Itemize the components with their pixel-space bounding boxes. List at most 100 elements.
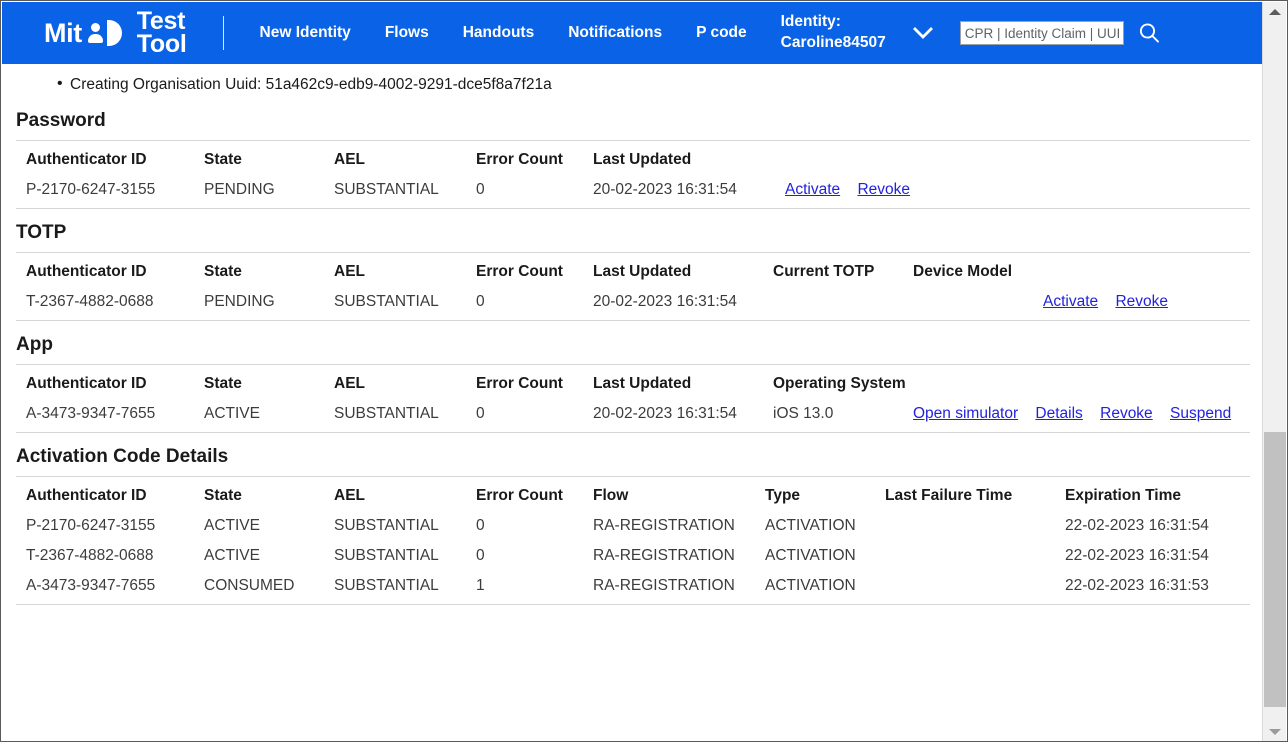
search-input[interactable] [959,21,1124,45]
cell-last-updated: 20-02-2023 16:31:54 [593,177,773,209]
table-row: A-3473-9347-7655 CONSUMED SUBSTANTIAL 1 … [16,573,1250,605]
cell-state: ACTIVE [204,547,260,564]
col-last-failure-time: Last Failure Time [885,476,1065,513]
app-table: Authenticator ID State AEL Error Count L… [16,364,1250,433]
col-device-model: Device Model [913,252,1043,289]
triangle-down-icon[interactable] [1263,722,1286,741]
section-activation-code-details: Activation Code Details Authenticator ID… [2,433,1264,605]
cell-state: ACTIVE [204,401,334,433]
cell-ael: SUBSTANTIAL [334,517,439,534]
cell-last-failure-time [885,543,1065,573]
chevron-down-icon[interactable] [912,22,934,44]
activation-code-details-table: Authenticator ID State AEL Error Count F… [16,476,1250,605]
search-icon[interactable] [1136,20,1162,46]
col-last-updated: Last Updated [593,252,773,289]
page-title-totp: TOTP [16,222,67,243]
cell-ael: SUBSTANTIAL [334,573,476,605]
identity-value: Caroline84507 [780,34,886,51]
cell-state: ACTIVE [204,517,260,534]
cell-expiration-time: 22-02-2023 16:31:54 [1065,547,1209,564]
nav-p-code[interactable]: P code [696,24,747,42]
col-ael: AEL [334,476,476,513]
col-operating-system: Operating System [773,364,913,401]
app-logo[interactable]: Mit Test Tool [44,9,187,58]
cell-error-count: 0 [476,177,593,209]
cell-actions: Activate Revoke [773,177,1250,209]
nav-handouts[interactable]: Handouts [463,24,534,42]
activate-link[interactable]: Activate [1043,293,1098,310]
table-header-row: Authenticator ID State AEL Error Count L… [16,140,1250,177]
cell-type: ACTIVATION [765,573,885,605]
col-state: State [204,140,334,177]
col-type: Type [765,476,885,513]
cell-actions: Activate Revoke [1043,289,1250,321]
cell-expiration-time: 22-02-2023 16:31:54 [1065,517,1209,534]
cell-error-count: 0 [476,547,485,564]
col-actions [1043,252,1250,289]
suspend-link[interactable]: Suspend [1170,405,1231,422]
scrollbar-thumb[interactable] [1264,432,1286,707]
cell-authenticator-id: A-3473-9347-7655 [16,401,204,433]
cell-ael: SUBSTANTIAL [334,401,476,433]
cell-authenticator-id: P-2170-6247-3155 [26,517,156,534]
vertical-scrollbar[interactable] [1262,2,1286,741]
breadcrumb-item-creating-organisation-uuid: Creating Organisation Uuid: 51a462c9-edb… [2,74,1264,95]
main-content: Creating Organisation Uuid: 51a462c9-edb… [2,64,1264,741]
table-row: T-2367-4882-0688 ACTIVE SUBSTANTIAL 0 RA… [16,543,1250,573]
nav-new-identity[interactable]: New Identity [260,24,351,42]
table-row: P-2170-6247-3155 ACTIVE SUBSTANTIAL 0 RA… [16,513,1250,543]
col-error-count: Error Count [476,252,593,289]
breadcrumb: Creating Organisation Uuid: 51a462c9-edb… [2,64,1264,95]
cell-state: PENDING [204,177,334,209]
nav-divider [222,16,224,50]
table-row: A-3473-9347-7655 ACTIVE SUBSTANTIAL 0 20… [16,401,1250,433]
top-navigation-bar: Mit Test Tool New Identity Flows Handout… [2,2,1264,64]
logo-mit-text: Mit [44,17,82,48]
totp-table: Authenticator ID State AEL Error Count L… [16,252,1250,321]
page-title-password: Password [16,110,106,131]
revoke-link[interactable]: Revoke [1100,405,1153,422]
col-expiration-time: Expiration Time [1065,476,1250,513]
col-last-updated: Last Updated [593,140,773,177]
cell-state: PENDING [204,289,334,321]
section-totp: TOTP Authenticator ID State AEL Error Co… [2,209,1264,321]
cell-error-count: 1 [476,573,593,605]
person-d-icon [87,18,135,48]
col-authenticator-id: Authenticator ID [16,252,204,289]
cell-ael: SUBSTANTIAL [334,547,439,564]
col-state: State [204,476,334,513]
cell-authenticator-id: T-2367-4882-0688 [26,547,154,564]
table-row: T-2367-4882-0688 PENDING SUBSTANTIAL 0 2… [16,289,1250,321]
table-row: P-2170-6247-3155 PENDING SUBSTANTIAL 0 2… [16,177,1250,209]
activate-link[interactable]: Activate [785,181,840,198]
section-app: App Authenticator ID State AEL Error Cou… [2,321,1264,433]
revoke-link[interactable]: Revoke [857,181,910,198]
cell-error-count: 0 [476,517,485,534]
col-ael: AEL [334,364,476,401]
identity-label: Identity: [780,13,841,31]
col-authenticator-id: Authenticator ID [16,476,204,513]
nav-notifications[interactable]: Notifications [568,24,662,42]
cell-last-failure-time [885,513,1065,543]
cell-ael: SUBSTANTIAL [334,289,476,321]
revoke-link[interactable]: Revoke [1115,293,1168,310]
logo-test-line2: Tool [136,30,187,58]
cell-ael: SUBSTANTIAL [334,177,476,209]
open-simulator-link[interactable]: Open simulator [913,405,1018,422]
cell-current-totp [773,289,913,321]
table-header-row: Authenticator ID State AEL Error Count F… [16,476,1250,513]
col-actions [773,140,1250,177]
col-current-totp: Current TOTP [773,252,913,289]
section-password: Password Authenticator ID State AEL Erro… [2,95,1264,209]
current-identity: Identity: Caroline84507 [781,12,886,54]
cell-last-updated: 20-02-2023 16:31:54 [593,401,773,433]
logo-test-tool-text: Test Tool [136,9,187,58]
details-link[interactable]: Details [1035,405,1082,422]
cell-error-count: 0 [476,401,593,433]
table-header-row: Authenticator ID State AEL Error Count L… [16,252,1250,289]
cell-operating-system: iOS 13.0 [773,401,913,433]
nav-flows[interactable]: Flows [385,24,429,42]
col-state: State [204,364,334,401]
triangle-up-icon[interactable] [1263,2,1286,22]
cell-state: CONSUMED [204,573,334,605]
